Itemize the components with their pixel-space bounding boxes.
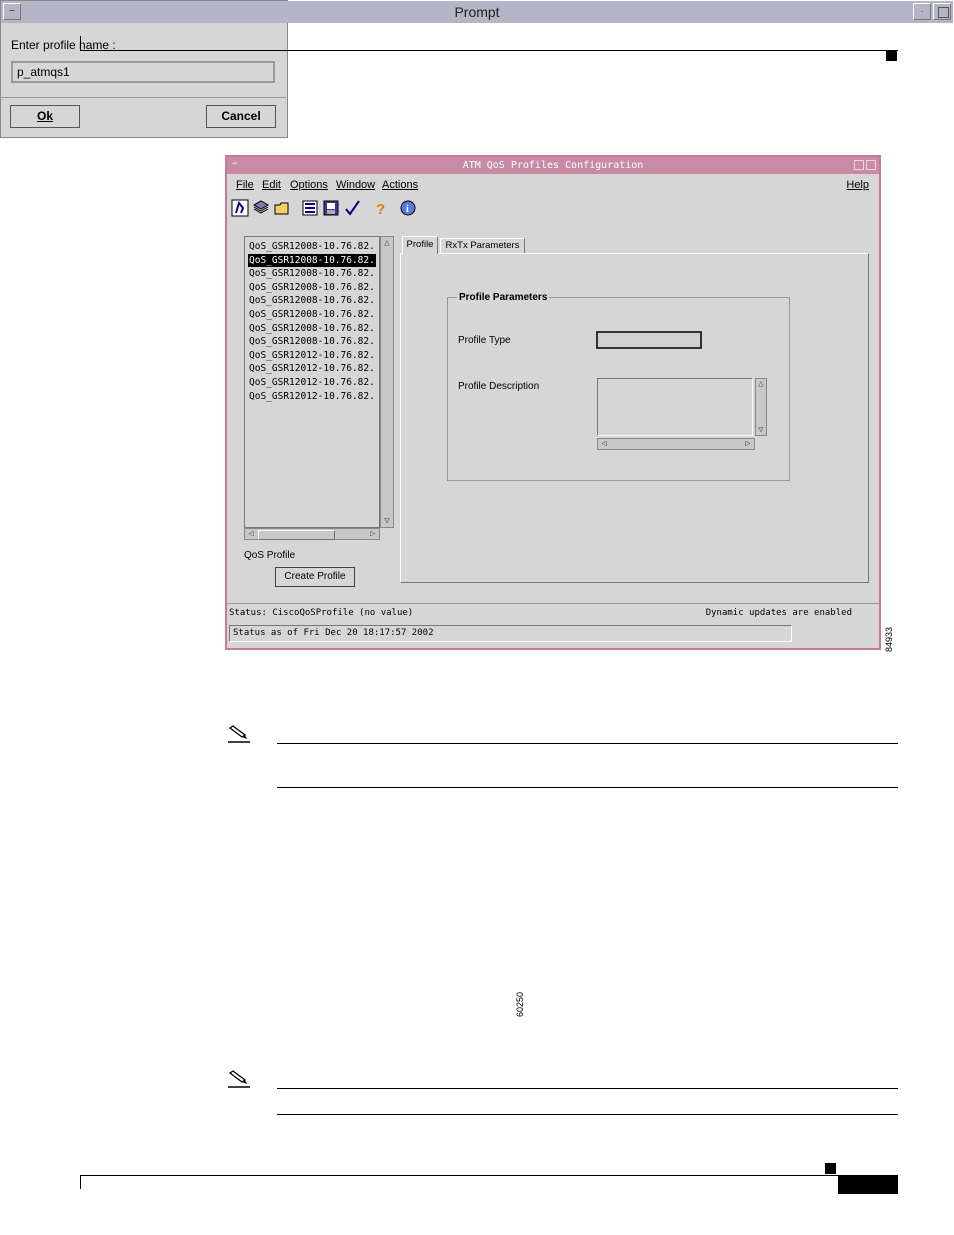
exit-icon[interactable]: [231, 199, 249, 217]
description-vertical-scrollbar[interactable]: △ ▽: [755, 378, 767, 436]
profile-type-field[interactable]: [596, 331, 702, 349]
prompt-dialog: − Prompt · Enter profile name : p_atmqs1…: [0, 0, 953, 138]
atm-qos-window: − ATM QoS Profiles Configuration File Ed…: [225, 155, 881, 650]
profile-list-item[interactable]: QoS_GSR12008-10.76.82.1: [248, 322, 376, 336]
figure-number-1: 84933: [884, 626, 894, 652]
note-rule-bottom: [277, 787, 898, 788]
scroll-right-icon[interactable]: ▷: [368, 529, 378, 539]
prompt-titlebar[interactable]: − Prompt ·: [1, 1, 953, 23]
save-icon[interactable]: [322, 199, 340, 217]
profile-list-item[interactable]: QoS_GSR12012-10.76.82.1: [248, 376, 376, 390]
svg-text:i: i: [406, 204, 409, 215]
profile-tab-panel: Profile Parameters Profile Type Profile …: [400, 253, 869, 583]
maximize-icon[interactable]: [866, 160, 876, 170]
qos-profile-label: QoS Profile: [244, 550, 296, 561]
scroll-up-icon[interactable]: △: [756, 379, 766, 389]
list-horizontal-scrollbar[interactable]: ◁ ▷: [244, 528, 380, 540]
menu-help[interactable]: Help: [846, 179, 869, 191]
tab-profile[interactable]: Profile: [402, 236, 438, 254]
profile-list-item[interactable]: QoS_GSR12012-10.76.82.1: [248, 349, 376, 363]
profile-parameters-group: Profile Parameters Profile Type Profile …: [447, 292, 790, 481]
note-rule-bottom: [277, 1114, 898, 1115]
list-icon[interactable]: [301, 199, 319, 217]
header-marker: [886, 50, 897, 61]
dynamic-updates-text: Dynamic updates are enabled: [705, 608, 852, 618]
footer-tick: [80, 1175, 81, 1189]
profile-description-field[interactable]: [597, 378, 753, 436]
menu-window[interactable]: Window: [336, 179, 375, 191]
profile-list-item[interactable]: QoS_GSR12008-10.76.82.1: [248, 335, 376, 349]
window-menu-icon[interactable]: −: [3, 3, 21, 20]
pencil-icon: [226, 722, 252, 744]
page-number-block: [838, 1176, 898, 1194]
profile-list-item[interactable]: QoS_GSR12008-10.76.82.1: [248, 308, 376, 322]
window-titlebar[interactable]: − ATM QoS Profiles Configuration: [227, 157, 879, 174]
profile-type-label: Profile Type: [458, 335, 511, 346]
prompt-title: Prompt: [454, 4, 500, 20]
list-vertical-scrollbar[interactable]: △ ▽: [380, 236, 394, 528]
menu-file[interactable]: File: [236, 179, 254, 191]
description-horizontal-scrollbar[interactable]: ◁ ▷: [597, 438, 755, 450]
status-divider: [227, 603, 879, 604]
window-menu-icon[interactable]: −: [229, 159, 241, 171]
menu-bar: File Edit Options Window Actions Help: [233, 177, 873, 195]
tab-rxtx-parameters[interactable]: RxTx Parameters: [440, 238, 525, 254]
profile-name-input[interactable]: p_atmqs1: [11, 61, 275, 83]
note-rule-top: [277, 743, 898, 744]
profile-list-items: QoS_GSR12008-10.76.82.1 QoS_GSR12008-10.7…: [248, 240, 376, 403]
profile-type-value: [598, 341, 601, 351]
menu-options[interactable]: Options: [290, 179, 328, 191]
scroll-thumb[interactable]: [258, 530, 335, 540]
folder-icon[interactable]: [273, 199, 291, 217]
profile-list-item[interactable]: QoS_GSR12012-10.76.82.1: [248, 390, 376, 404]
profile-list-item[interactable]: QoS_GSR12008-10.76.82.1: [248, 240, 376, 254]
status-as-of-field: Status as of Fri Dec 20 18:17:57 2002: [229, 625, 792, 642]
profile-list-item[interactable]: QoS_GSR12008-10.76.82.1: [248, 267, 376, 281]
menu-actions[interactable]: Actions: [382, 179, 418, 191]
help-icon[interactable]: ?: [371, 199, 389, 218]
menu-edit[interactable]: Edit: [262, 179, 281, 191]
header-rule: [80, 50, 898, 51]
scroll-left-icon[interactable]: ◁: [246, 529, 256, 539]
toolbar: ? i: [231, 199, 431, 221]
scroll-left-icon[interactable]: ◁: [599, 439, 609, 449]
check-icon[interactable]: [343, 199, 361, 217]
window-title: ATM QoS Profiles Configuration: [462, 160, 644, 171]
prompt-label: Enter profile name :: [11, 38, 116, 52]
profile-name-value: p_atmqs1: [17, 65, 70, 79]
maximize-icon[interactable]: [933, 3, 951, 20]
info-icon[interactable]: i: [399, 199, 417, 217]
profile-list-item[interactable]: QoS_GSR12008-10.76.82.1: [248, 294, 376, 308]
cancel-button[interactable]: Cancel: [206, 105, 276, 128]
footer-marker: [825, 1163, 836, 1174]
profile-description-label: Profile Description: [458, 381, 540, 392]
scroll-down-icon[interactable]: ▽: [756, 425, 766, 435]
scroll-right-icon[interactable]: ▷: [743, 439, 753, 449]
status-text: Status: CiscoQoSProfile (no value): [229, 608, 414, 618]
profile-list[interactable]: QoS_GSR12008-10.76.82.1 QoS_GSR12008-10.7…: [244, 236, 380, 528]
group-title: Profile Parameters: [457, 292, 550, 303]
profile-list-item[interactable]: QoS_GSR12008-10.76.82.1: [248, 281, 376, 295]
scroll-up-icon[interactable]: △: [382, 238, 392, 248]
footer-rule: [80, 1175, 898, 1176]
minimize-icon[interactable]: [854, 160, 864, 170]
status-as-of-text: Status as of Fri Dec 20 18:17:57 2002: [233, 628, 434, 638]
prompt-divider: [0, 97, 286, 98]
minimize-icon[interactable]: ·: [913, 3, 931, 20]
scroll-down-icon[interactable]: ▽: [382, 516, 392, 526]
ok-button[interactable]: Ok: [10, 105, 80, 128]
profile-list-item[interactable]: QoS_GSR12008-10.76.82.1: [248, 253, 376, 268]
note-rule-top: [277, 1088, 898, 1089]
pencil-icon: [226, 1067, 252, 1089]
svg-text:?: ?: [376, 201, 385, 217]
figure-number-2: 60250: [515, 991, 525, 1017]
create-profile-button[interactable]: Create Profile: [275, 567, 355, 587]
profile-list-item[interactable]: QoS_GSR12012-10.76.82.1: [248, 362, 376, 376]
layers-icon[interactable]: [252, 199, 270, 217]
